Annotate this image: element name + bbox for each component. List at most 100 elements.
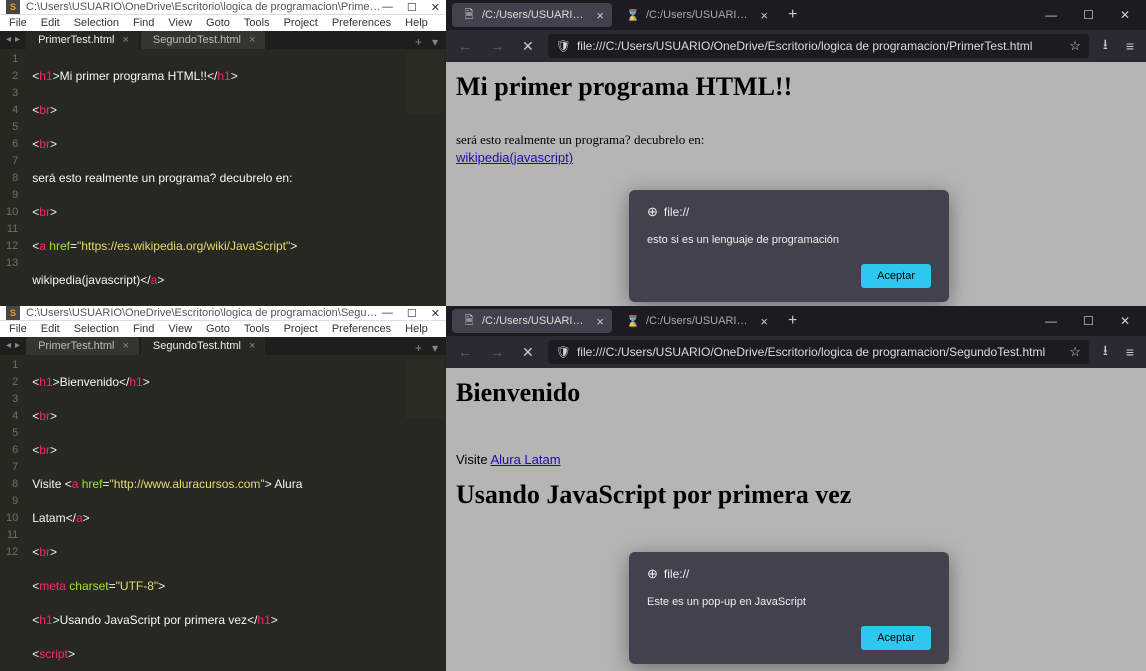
tab-primertest[interactable]: PrimerTest.html×	[26, 337, 139, 355]
forward-button[interactable]: →	[486, 342, 508, 362]
menu-edit[interactable]: Edit	[36, 321, 65, 337]
back-button[interactable]: ←	[454, 36, 476, 56]
minimize-button[interactable]: —	[1035, 4, 1067, 26]
tab-next-icon[interactable]: ▸	[13, 34, 22, 45]
browser-tab-2[interactable]: ⌛ /C:/Users/USUARIO/OneDrive/E ×	[616, 309, 776, 333]
browser-tab-2[interactable]: ⌛ /C:/Users/USUARIO/OneDrive/E ×	[616, 3, 776, 27]
close-icon[interactable]: ×	[122, 34, 128, 46]
window-title: C:\Users\USUARIO\OneDrive\Escritorio\log…	[26, 307, 382, 319]
menu-goto[interactable]: Goto	[201, 321, 235, 337]
app-menu-icon[interactable]: ≡	[1122, 36, 1138, 56]
app-menu-icon[interactable]: ≡	[1122, 342, 1138, 362]
menu-tools[interactable]: Tools	[239, 15, 275, 31]
menu-file[interactable]: File	[4, 15, 32, 31]
close-icon[interactable]: ×	[594, 314, 606, 329]
new-tab-button[interactable]: +	[415, 341, 422, 355]
minimize-button[interactable]: —	[382, 1, 393, 14]
menu-preferences[interactable]: Preferences	[327, 321, 396, 337]
window-title: C:\Users\USUARIO\OneDrive\Escritorio\log…	[26, 1, 382, 13]
maximize-button[interactable]: ☐	[407, 307, 417, 320]
shield-icon[interactable]: 🛡	[556, 345, 571, 359]
close-icon[interactable]: ×	[758, 314, 770, 329]
maximize-button[interactable]: ☐	[407, 1, 417, 14]
menu-project[interactable]: Project	[279, 321, 323, 337]
sublime-icon: S	[6, 0, 20, 14]
code-area[interactable]: <h1>Mi primer programa HTML!!</h1> <br> …	[26, 49, 446, 306]
close-button[interactable]: ✕	[431, 1, 440, 14]
code-editor[interactable]: 12345678910111213 <h1>Mi primer programa…	[0, 49, 446, 306]
tabbar: ◂▸ PrimerTest.html× SegundoTest.html× + ▾	[0, 31, 446, 49]
bookmark-icon[interactable]: ☆	[1069, 344, 1081, 360]
forward-button[interactable]: →	[486, 36, 508, 56]
stop-button[interactable]: ✕	[518, 36, 538, 57]
tab-primertest[interactable]: PrimerTest.html×	[26, 31, 139, 49]
url-text: file:///C:/Users/USUARIO/OneDrive/Escrit…	[577, 345, 1063, 359]
code-editor[interactable]: 123456789101112 <h1>Bienvenido</h1> <br>…	[0, 355, 446, 671]
close-icon[interactable]: ×	[249, 340, 255, 352]
tab-prev-icon[interactable]: ◂	[4, 34, 13, 45]
tab-segundotest[interactable]: SegundoTest.html×	[141, 31, 266, 49]
titlebar[interactable]: S C:\Users\USUARIO\OneDrive\Escritorio\l…	[0, 0, 446, 15]
downloads-icon[interactable]: ⭳	[1099, 32, 1112, 60]
close-button[interactable]: ✕	[431, 307, 440, 320]
page-icon: 🗎	[462, 8, 476, 22]
tab-prev-icon[interactable]: ◂	[4, 340, 13, 351]
menu-selection[interactable]: Selection	[69, 15, 124, 31]
minimap[interactable]	[406, 359, 444, 419]
close-icon[interactable]: ×	[594, 8, 606, 23]
titlebar[interactable]: S C:\Users\USUARIO\OneDrive\Escritorio\l…	[0, 306, 446, 321]
menu-selection[interactable]: Selection	[69, 321, 124, 337]
alura-link[interactable]: Alura Latam	[490, 452, 560, 467]
menu-preferences[interactable]: Preferences	[327, 15, 396, 31]
menu-view[interactable]: View	[163, 321, 197, 337]
alert-ok-button[interactable]: Aceptar	[861, 626, 931, 650]
menu-view[interactable]: View	[163, 15, 197, 31]
tab-menu-icon[interactable]: ▾	[432, 35, 438, 49]
back-button[interactable]: ←	[454, 342, 476, 362]
wiki-link[interactable]: wikipedia(javascript)	[456, 150, 573, 165]
menu-file[interactable]: File	[4, 321, 32, 337]
url-bar[interactable]: 🛡 file:///C:/Users/USUARIO/OneDrive/Escr…	[548, 340, 1089, 364]
bookmark-icon[interactable]: ☆	[1069, 38, 1081, 54]
shield-icon[interactable]: 🛡	[556, 39, 571, 53]
url-bar[interactable]: 🛡 file:///C:/Users/USUARIO/OneDrive/Escr…	[548, 34, 1089, 58]
close-button[interactable]: ✕	[1110, 4, 1140, 26]
close-button[interactable]: ✕	[1110, 310, 1140, 332]
menu-edit[interactable]: Edit	[36, 15, 65, 31]
minimize-button[interactable]: —	[382, 307, 393, 320]
close-icon[interactable]: ×	[249, 34, 255, 46]
new-tab-button[interactable]: +	[415, 35, 422, 49]
menu-help[interactable]: Help	[400, 321, 433, 337]
tab-menu-icon[interactable]: ▾	[432, 341, 438, 355]
page-heading-2: Usando JavaScript por primera vez	[456, 480, 1136, 510]
alert-ok-button[interactable]: Aceptar	[861, 264, 931, 288]
maximize-button[interactable]: ☐	[1073, 4, 1104, 26]
code-area[interactable]: <h1>Bienvenido</h1> <br> <br> Visite <a …	[26, 355, 446, 671]
menu-tools[interactable]: Tools	[239, 321, 275, 337]
browser-tab-1[interactable]: 🗎 /C:/Users/USUARIO/OneDrive/E ×	[452, 309, 612, 333]
new-tab-button[interactable]: +	[780, 312, 805, 330]
browser-toolbar: ← → ✕ 🛡 file:///C:/Users/USUARIO/OneDriv…	[446, 30, 1146, 62]
tabbar: ◂▸ PrimerTest.html× SegundoTest.html× + ▾	[0, 337, 446, 355]
browser-tab-1[interactable]: 🗎 /C:/Users/USUARIO/OneDrive/Escrit ×	[452, 3, 612, 27]
menubar: File Edit Selection Find View Goto Tools…	[0, 15, 446, 31]
menu-goto[interactable]: Goto	[201, 15, 235, 31]
menu-find[interactable]: Find	[128, 321, 159, 337]
page-content: Bienvenido Visite Alura Latam Usando Jav…	[446, 368, 1146, 671]
menu-project[interactable]: Project	[279, 15, 323, 31]
menu-find[interactable]: Find	[128, 15, 159, 31]
alert-message: esto si es un lenguaje de programación	[647, 234, 931, 246]
menu-help[interactable]: Help	[400, 15, 433, 31]
close-icon[interactable]: ×	[122, 340, 128, 352]
minimize-button[interactable]: —	[1035, 310, 1067, 332]
alert-dialog: ⊕file:// esto si es un lenguaje de progr…	[629, 190, 949, 302]
downloads-icon[interactable]: ⭳	[1099, 338, 1112, 366]
stop-button[interactable]: ✕	[518, 342, 538, 363]
sublime-icon: S	[6, 306, 20, 320]
tab-next-icon[interactable]: ▸	[13, 340, 22, 351]
close-icon[interactable]: ×	[758, 8, 770, 23]
new-tab-button[interactable]: +	[780, 6, 805, 24]
maximize-button[interactable]: ☐	[1073, 310, 1104, 332]
tab-segundotest[interactable]: SegundoTest.html×	[141, 337, 266, 355]
minimap[interactable]	[406, 53, 444, 113]
